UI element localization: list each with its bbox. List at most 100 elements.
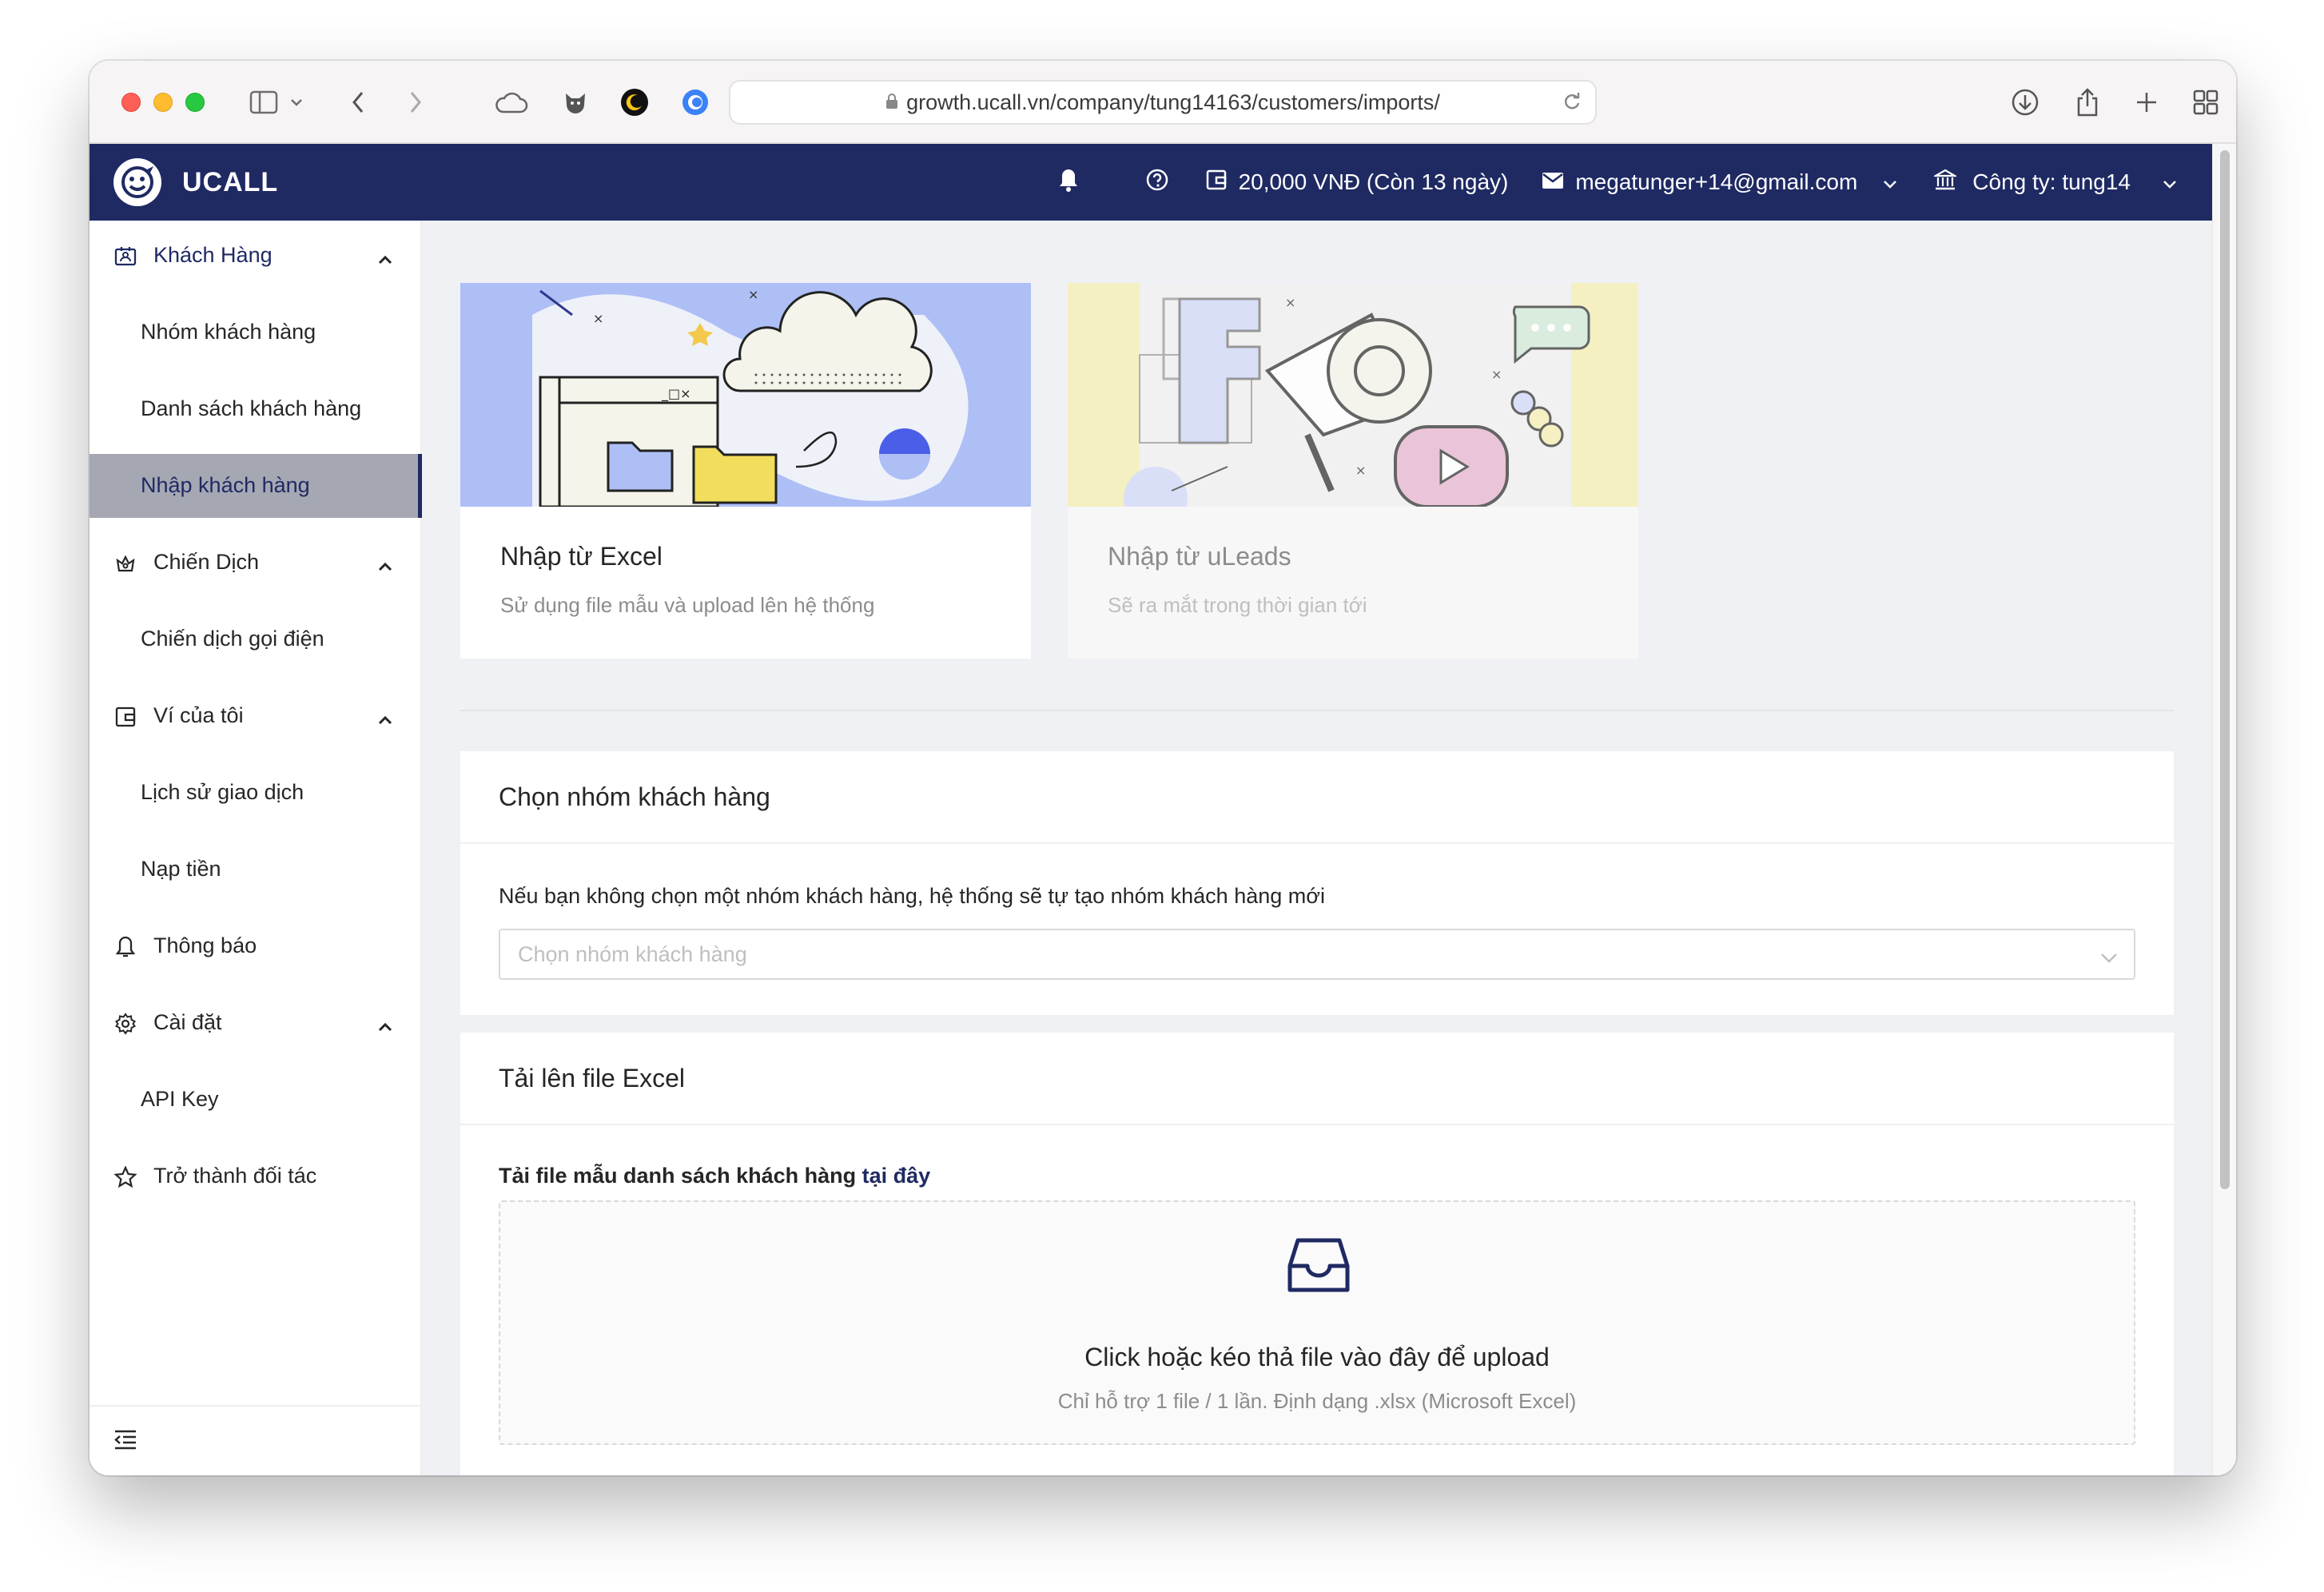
- mail-icon: [1542, 169, 1575, 195]
- sidebar: Khách Hàng Nhóm khách hàng Danh sách khá…: [90, 221, 422, 1475]
- app-header: UCALL 20,000 VNĐ (Còn 13 ngày) megatunge…: [90, 144, 2212, 221]
- share-icon[interactable]: [2070, 85, 2105, 120]
- card-description: Sẽ ra mắt trong thời gian tới: [1108, 593, 1367, 617]
- sidebar-item-label: Khách Hàng: [153, 243, 273, 267]
- upload-dropzone[interactable]: Click hoặc kéo thả file vào đây để uploa…: [499, 1200, 2135, 1445]
- scrollbar-thumb[interactable]: [2220, 150, 2230, 1189]
- bell-icon: [1058, 168, 1090, 197]
- close-window-button[interactable]: [121, 93, 141, 112]
- help-button[interactable]: [1146, 169, 1180, 197]
- excel-illustration: × × _□×: [460, 283, 1031, 508]
- sidebar-item-customer-groups[interactable]: Nhóm khách hàng: [90, 300, 422, 364]
- download-icon[interactable]: [2008, 85, 2043, 120]
- sidebar-item-become-partner[interactable]: Trở thành đối tác: [90, 1144, 422, 1208]
- sidebar-item-top-up[interactable]: Nạp tiền: [90, 838, 422, 901]
- brand[interactable]: UCALL: [113, 158, 278, 206]
- sidebar-item-call-campaigns[interactable]: Chiến dịch gọi điện: [90, 607, 422, 671]
- account-email: megatunger+14@gmail.com: [1575, 169, 1858, 194]
- zoom-window-button[interactable]: [185, 93, 205, 112]
- notification-button[interactable]: [1058, 168, 1090, 197]
- inbox-icon: [1287, 1234, 1351, 1299]
- gear-icon: [113, 1012, 137, 1036]
- sidebar-item-label: Danh sách khách hàng: [141, 396, 362, 420]
- page-scrollbar[interactable]: [2212, 144, 2236, 1475]
- campaign-icon: [113, 551, 137, 575]
- sidebar-item-import-customers[interactable]: Nhập khách hàng: [90, 454, 422, 518]
- header-actions: 20,000 VNĐ (Còn 13 ngày) megatunger+14@g…: [1058, 144, 2212, 221]
- extension-moon-icon[interactable]: [617, 85, 652, 120]
- svg-text:×: ×: [1285, 295, 1295, 310]
- sidebar-item-campaigns[interactable]: Chiến Dịch: [90, 531, 422, 595]
- panel-title: Chọn nhóm khách hàng: [460, 751, 2174, 844]
- sidebar-item-notifications[interactable]: Thông báo: [90, 914, 422, 978]
- chevron-up-icon: [377, 553, 393, 578]
- sidebar-item-settings[interactable]: Cài đặt: [90, 991, 422, 1055]
- sidebar-item-label: Chiến Dịch: [153, 550, 260, 574]
- panel-title: Tải lên file Excel: [460, 1033, 2174, 1125]
- svg-text:×: ×: [748, 287, 758, 302]
- uleads-illustration: × × ×: [1068, 283, 1638, 531]
- reload-icon[interactable]: [1562, 91, 1582, 117]
- tab-overview-icon[interactable]: [2188, 85, 2223, 120]
- chevron-up-icon: [377, 246, 393, 271]
- chevron-up-icon: [377, 706, 393, 731]
- sidebar-item-transaction-history[interactable]: Lịch sử giao dịch: [90, 761, 422, 825]
- balance-text: 20,000 VNĐ (Còn 13 ngày): [1238, 169, 1509, 194]
- customer-group-select[interactable]: Chọn nhóm khách hàng: [499, 929, 2135, 980]
- company-text: Công ty: tung14: [1972, 169, 2131, 194]
- account-menu[interactable]: megatunger+14@gmail.com: [1542, 169, 1908, 195]
- extension-cat-icon[interactable]: [558, 85, 593, 120]
- svg-text:×: ×: [1491, 367, 1502, 382]
- card-title: Nhập từ uLeads: [1108, 542, 1291, 571]
- sidebar-item-label: Thông báo: [153, 933, 257, 957]
- sidebar-item-label: Lịch sử giao dịch: [141, 780, 304, 804]
- company-menu[interactable]: Công ty: tung14: [1932, 169, 2188, 197]
- svg-text:×: ×: [593, 311, 603, 326]
- chevron-up-icon: [377, 1013, 393, 1038]
- card-description: Sử dụng file mẫu và upload lên hệ thống: [500, 593, 875, 617]
- svg-text:×: ×: [1355, 463, 1366, 478]
- balance-display[interactable]: 20,000 VNĐ (Còn 13 ngày): [1205, 169, 1509, 197]
- url-text: growth.ucall.vn/company/tung14163/custom…: [906, 90, 1440, 114]
- back-icon[interactable]: [340, 85, 376, 120]
- forward-icon[interactable]: [398, 85, 433, 120]
- bank-icon: [1932, 169, 1968, 197]
- import-excel-card[interactable]: × × _□× Nhập từ Excel Sử dụng file mẫu v…: [460, 283, 1031, 659]
- sidebar-toggle-icon[interactable]: [246, 85, 281, 120]
- import-uleads-card: × × × Nhập từ uLeads Sẽ ra mắt trong thờ…: [1068, 283, 1638, 659]
- sidebar-item-customers[interactable]: Khách Hàng: [90, 224, 422, 288]
- group-note: Nếu bạn không chọn một nhóm khách hàng, …: [499, 884, 1325, 908]
- section-divider: [460, 710, 2174, 711]
- sidebar-item-label: Cài đặt: [153, 1010, 222, 1034]
- dropzone-title: Click hoặc kéo thả file vào đây để uploa…: [1084, 1343, 1550, 1371]
- sidebar-item-label: Nhập khách hàng: [141, 473, 310, 497]
- minimize-window-button[interactable]: [153, 93, 173, 112]
- extension-blue-icon[interactable]: [678, 85, 713, 120]
- wallet-icon: [1205, 169, 1239, 197]
- cloud-icon[interactable]: [494, 85, 529, 120]
- browser-window: growth.ucall.vn/company/tung14163/custom…: [90, 61, 2236, 1475]
- sidebar-item-api-key[interactable]: API Key: [90, 1068, 422, 1132]
- download-template-text: Tải file mẫu danh sách khách hàng: [499, 1164, 857, 1188]
- wallet-icon: [113, 705, 137, 729]
- menu-fold-icon: [113, 1429, 137, 1454]
- select-placeholder: Chọn nhóm khách hàng: [518, 941, 747, 966]
- download-template-line: Tải file mẫu danh sách khách hàng tại đâ…: [499, 1164, 930, 1188]
- upload-panel: Tải lên file Excel Tải file mẫu danh sác…: [460, 1033, 2174, 1475]
- chevron-down-icon[interactable]: [285, 85, 308, 120]
- sidebar-item-customer-list[interactable]: Danh sách khách hàng: [90, 377, 422, 441]
- new-tab-icon[interactable]: [2129, 85, 2164, 120]
- card-title: Nhập từ Excel: [500, 542, 663, 571]
- sidebar-collapse-button[interactable]: [90, 1405, 422, 1475]
- chevron-down-icon: [1883, 169, 1908, 195]
- sidebar-item-label: Nạp tiền: [141, 857, 221, 881]
- address-bar[interactable]: growth.ucall.vn/company/tung14163/custom…: [729, 80, 1597, 125]
- download-template-link[interactable]: tại đây: [862, 1164, 931, 1188]
- lock-icon: [885, 90, 898, 115]
- contact-card-icon: [113, 245, 137, 269]
- sidebar-item-wallet[interactable]: Ví của tôi: [90, 684, 422, 748]
- star-icon: [113, 1165, 137, 1189]
- svg-text:_□×: _□×: [661, 386, 691, 402]
- chevron-down-icon: [2100, 945, 2118, 969]
- sidebar-item-label: Ví của tôi: [153, 703, 244, 727]
